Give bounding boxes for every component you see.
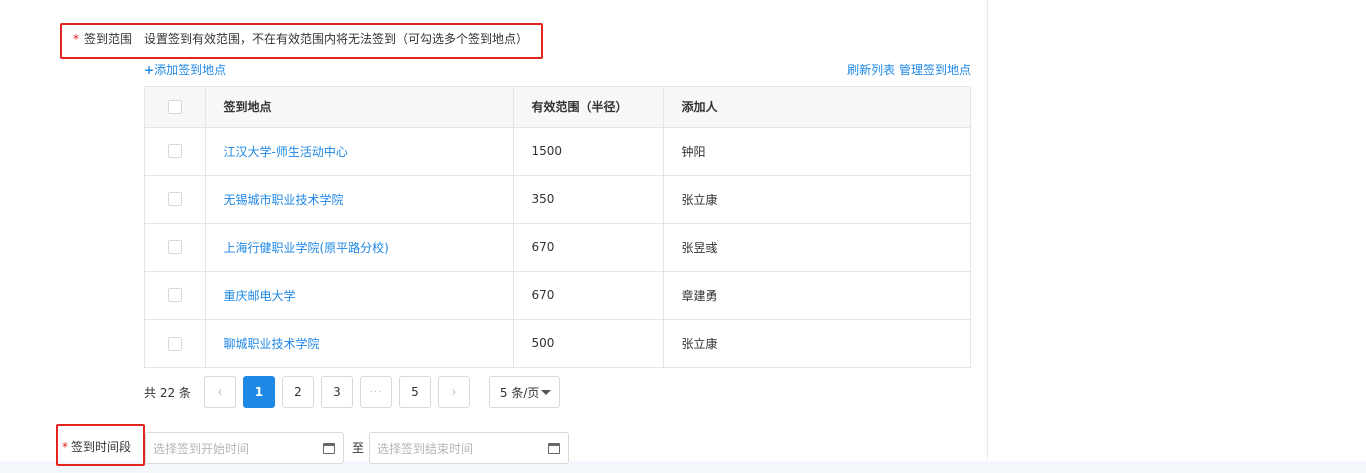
range-field-label: * 签到范围 设置签到有效范围，不在有效范围内将无法签到（可勾选多个签到地点） <box>73 31 528 47</box>
table-row: 无锡城市职业技术学院 350 张立康 <box>145 175 970 224</box>
page-ellipsis-button[interactable]: ··· <box>359 376 392 408</box>
table-row: 重庆邮电大学 670 章建勇 <box>145 271 970 320</box>
range-hint: 设置签到有效范围，不在有效范围内将无法签到（可勾选多个签到地点） <box>144 32 529 46</box>
end-time-placeholder: 选择签到结束时间 <box>377 441 474 456</box>
location-link[interactable]: 上海行健职业学院(原平路分校) <box>205 223 514 272</box>
creator-name: 章建勇 <box>663 271 970 320</box>
add-location-link[interactable]: +添加签到地点 <box>144 62 226 78</box>
time-field-label: * 签到时间段 <box>62 439 131 455</box>
time-title: 签到时间段 <box>71 440 132 454</box>
range-value: 670 <box>513 271 664 320</box>
table-row: 聊城职业技术学院 500 张立康 <box>145 319 970 367</box>
creator-name: 钟阳 <box>663 127 970 176</box>
next-page-button[interactable]: › <box>437 376 470 408</box>
header-creator: 添加人 <box>663 87 970 128</box>
row-checkbox[interactable] <box>167 240 182 255</box>
page-button-2[interactable]: 2 <box>281 376 314 408</box>
creator-name: 张立康 <box>681 336 718 351</box>
range-value: 1500 <box>513 127 664 176</box>
refresh-list-link[interactable]: 刷新列表 <box>847 63 895 77</box>
creator-name: 张昱彧 <box>663 223 970 272</box>
table-top-links: 刷新列表 管理签到地点 <box>847 62 971 78</box>
content-right-divider <box>987 0 988 460</box>
page-button-3[interactable]: 3 <box>320 376 353 408</box>
start-time-input[interactable]: 选择签到开始时间 <box>145 432 344 464</box>
table-header-row: 签到地点 有效范围（半径） 添加人 <box>145 87 970 128</box>
total-count: 共 22 条 <box>144 385 191 400</box>
required-mark: * <box>73 32 79 46</box>
location-link[interactable]: 无锡城市职业技术学院 <box>205 175 514 224</box>
select-all-checkbox[interactable] <box>167 100 182 114</box>
manage-locations-link[interactable]: 管理签到地点 <box>899 63 971 77</box>
range-value: 670 <box>513 223 664 272</box>
page-button-1[interactable]: 1 <box>242 376 275 408</box>
table-row: 上海行健职业学院(原平路分校) 670 张昱彧 <box>145 223 970 272</box>
location-table: 签到地点 有效范围（半径） 添加人 江汉大学-师生活动中心 1500 钟阳 无锡… <box>144 86 971 368</box>
location-link[interactable]: 重庆邮电大学 <box>205 271 514 320</box>
plus-icon: + <box>144 63 155 77</box>
required-mark: * <box>62 440 68 454</box>
page-size-select[interactable]: 5 条/页 <box>488 376 560 408</box>
chevron-left-icon: ‹ <box>217 384 223 400</box>
location-link[interactable]: 聊城职业技术学院 <box>205 319 514 367</box>
calendar-icon <box>548 442 560 454</box>
end-time-input[interactable]: 选择签到结束时间 <box>369 432 569 464</box>
table-row: 江汉大学-师生活动中心 1500 钟阳 <box>145 127 970 176</box>
caret-down-icon <box>540 389 551 395</box>
creator-name: 张立康 <box>663 175 970 224</box>
range-value: 500 <box>513 319 664 367</box>
header-location: 签到地点 <box>205 87 514 128</box>
header-range: 有效范围（半径） <box>513 87 664 128</box>
range-title: 签到范围 <box>84 32 133 46</box>
row-checkbox[interactable] <box>167 192 182 207</box>
location-link[interactable]: 江汉大学-师生活动中心 <box>205 127 514 176</box>
range-value: 350 <box>513 175 664 224</box>
row-checkbox[interactable] <box>167 144 182 159</box>
range-separator: 至 <box>352 441 365 455</box>
start-time-placeholder: 选择签到开始时间 <box>153 441 250 456</box>
prev-page-button[interactable]: ‹ <box>203 376 236 408</box>
page-button-5[interactable]: 5 <box>398 376 431 408</box>
calendar-icon <box>323 442 335 454</box>
pagination: 共 22 条 ‹ 1 2 3 ··· 5 › 5 条/页 <box>144 375 560 409</box>
row-checkbox[interactable] <box>167 336 182 351</box>
chevron-right-icon: › <box>451 384 457 400</box>
page-size-value: 5 条/页 <box>499 385 540 400</box>
add-location-label: 添加签到地点 <box>154 63 227 77</box>
row-checkbox[interactable] <box>167 288 182 303</box>
